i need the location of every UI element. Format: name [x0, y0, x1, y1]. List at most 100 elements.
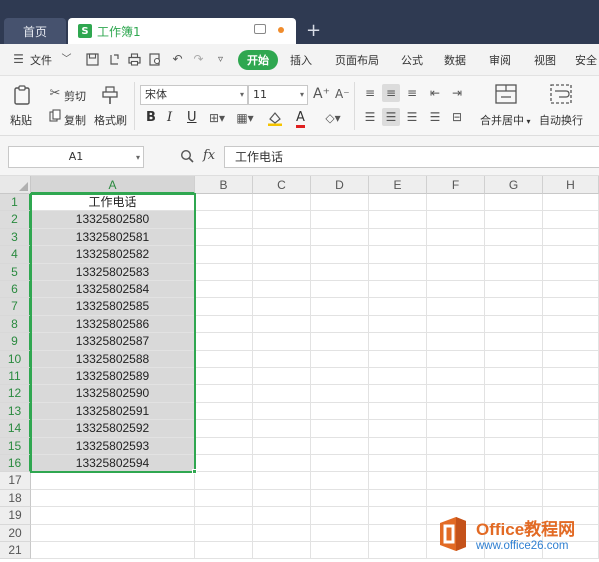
cell-d6[interactable] [311, 281, 369, 299]
cell-f2[interactable] [427, 211, 485, 229]
cell-a4[interactable]: 13325802582 [31, 246, 195, 264]
cell-d16[interactable] [311, 455, 369, 473]
row-header-8[interactable]: 8 [0, 315, 31, 334]
cell-d14[interactable] [311, 420, 369, 438]
cell-g7[interactable] [485, 298, 543, 316]
row-header-19[interactable]: 19 [0, 507, 31, 525]
cell-e14[interactable] [369, 420, 427, 438]
font-size-select[interactable]: 11 ▾ [248, 85, 308, 105]
row-header-17[interactable]: 17 [0, 472, 31, 490]
cell-g5[interactable] [485, 263, 543, 281]
cell-g15[interactable] [485, 437, 543, 455]
cell-d21[interactable] [311, 542, 369, 560]
decrease-indent-icon[interactable]: ⇤ [427, 85, 443, 101]
cell-a14[interactable]: 13325802592 [31, 420, 195, 438]
cell-b6[interactable] [195, 281, 253, 299]
cell-a16[interactable]: 13325802594 [31, 455, 195, 473]
wrap-text-icon[interactable] [549, 83, 573, 105]
cell-b11[interactable] [195, 368, 253, 386]
cell-e11[interactable] [369, 368, 427, 386]
cell-h14[interactable] [543, 420, 599, 438]
cell-d13[interactable] [311, 402, 369, 421]
cell-b13[interactable] [195, 402, 253, 421]
row-header-12[interactable]: 12 [0, 385, 31, 403]
cell-h18[interactable] [543, 489, 599, 508]
cell-e19[interactable] [369, 507, 427, 525]
row-header-4[interactable]: 4 [0, 246, 31, 264]
cell-a5[interactable]: 13325802583 [31, 263, 195, 281]
cell-a15[interactable]: 13325802593 [31, 437, 195, 455]
cell-e21[interactable] [369, 542, 427, 560]
cell-d3[interactable] [311, 228, 369, 247]
cell-b19[interactable] [195, 507, 253, 525]
cell-f15[interactable] [427, 437, 485, 455]
cell-f14[interactable] [427, 420, 485, 438]
cell-b15[interactable] [195, 437, 253, 455]
cell-h13[interactable] [543, 402, 599, 421]
cell-b1[interactable] [195, 194, 253, 212]
align-right-icon[interactable]: ☰ [404, 109, 420, 125]
customize-icon[interactable]: ▿ [214, 53, 227, 66]
tab-data[interactable]: 数据 [444, 52, 466, 68]
row-header-13[interactable]: 13 [0, 402, 31, 421]
select-all-button[interactable] [0, 176, 31, 194]
cell-a10[interactable]: 13325802588 [31, 350, 195, 368]
cell-b8[interactable] [195, 315, 253, 334]
cell-g18[interactable] [485, 489, 543, 508]
cell-e18[interactable] [369, 489, 427, 508]
new-tab-button[interactable]: + [306, 20, 321, 41]
tab-start[interactable]: 开始 [238, 50, 278, 70]
cell-c13[interactable] [253, 402, 311, 421]
scissors-icon[interactable]: ✂ [48, 86, 62, 102]
cell-a11[interactable]: 13325802589 [31, 368, 195, 386]
cell-c10[interactable] [253, 350, 311, 368]
row-header-5[interactable]: 5 [0, 263, 31, 281]
cell-c16[interactable] [253, 455, 311, 473]
cell-e5[interactable] [369, 263, 427, 281]
cell-f13[interactable] [427, 402, 485, 421]
row-header-6[interactable]: 6 [0, 281, 31, 299]
cell-e15[interactable] [369, 437, 427, 455]
cell-e8[interactable] [369, 315, 427, 334]
row-header-10[interactable]: 10 [0, 350, 31, 368]
cell-d10[interactable] [311, 350, 369, 368]
cell-b7[interactable] [195, 298, 253, 316]
row-header-18[interactable]: 18 [0, 489, 31, 508]
merge-center-icon[interactable] [494, 83, 518, 105]
cell-c19[interactable] [253, 507, 311, 525]
paste-button[interactable]: 粘贴 [10, 112, 32, 128]
border-icon[interactable]: ⊞▾ [206, 110, 228, 126]
cell-d5[interactable] [311, 263, 369, 281]
cell-f10[interactable] [427, 350, 485, 368]
cell-f18[interactable] [427, 489, 485, 508]
cell-b9[interactable] [195, 333, 253, 351]
cell-h9[interactable] [543, 333, 599, 351]
cell-f17[interactable] [427, 472, 485, 490]
cell-c11[interactable] [253, 368, 311, 386]
cell-c5[interactable] [253, 263, 311, 281]
cell-e16[interactable] [369, 455, 427, 473]
column-header-d[interactable]: D [311, 176, 369, 194]
cell-c18[interactable] [253, 489, 311, 508]
cell-d7[interactable] [311, 298, 369, 316]
undo-icon[interactable]: ↶ [171, 53, 184, 66]
cell-h11[interactable] [543, 368, 599, 386]
cell-e7[interactable] [369, 298, 427, 316]
cell-b16[interactable] [195, 455, 253, 473]
hamburger-icon[interactable]: ☰ [12, 53, 25, 66]
cell-b10[interactable] [195, 350, 253, 368]
cell-d11[interactable] [311, 368, 369, 386]
tab-insert[interactable]: 插入 [290, 52, 312, 68]
cell-e12[interactable] [369, 385, 427, 403]
cell-d12[interactable] [311, 385, 369, 403]
cell-e10[interactable] [369, 350, 427, 368]
bold-button[interactable]: B [146, 110, 156, 125]
cell-b18[interactable] [195, 489, 253, 508]
format-painter-icon[interactable] [100, 84, 120, 106]
merge-center-button[interactable]: 合并居中 ▾ [480, 112, 531, 128]
cell-d18[interactable] [311, 489, 369, 508]
tab-home[interactable]: 首页 [4, 18, 66, 44]
increase-indent-icon[interactable]: ⇥ [449, 85, 465, 101]
cell-h5[interactable] [543, 263, 599, 281]
font-name-select[interactable]: 宋体 ▾ [140, 85, 248, 105]
